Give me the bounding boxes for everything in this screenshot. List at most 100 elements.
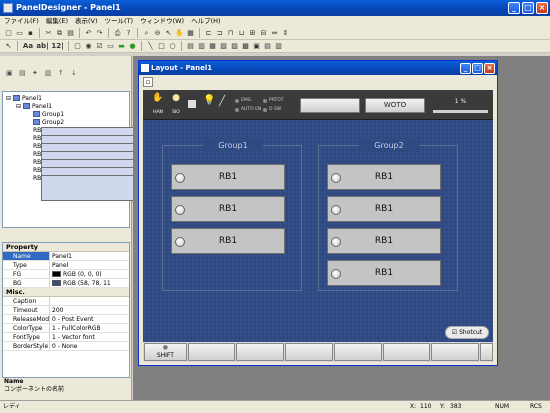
layout-tool-2-icon[interactable]: ▥ xyxy=(197,42,206,51)
align-top-icon[interactable]: ⊔ xyxy=(237,29,246,38)
property-value[interactable]: 0 - Post Event xyxy=(50,315,129,323)
menu-tools[interactable]: ツール(T) xyxy=(105,16,134,27)
menu-file[interactable]: ファイル(F) xyxy=(4,16,39,27)
layout-tool-8-icon[interactable]: ▤ xyxy=(263,42,272,51)
tree-item[interactable]: Group2 xyxy=(33,119,64,127)
green-lamp-icon[interactable]: ● xyxy=(128,42,137,51)
list-view-icon[interactable]: ▤ xyxy=(19,69,29,78)
label-tool-icon[interactable]: Aa xyxy=(22,42,34,51)
move-up-icon[interactable]: ↑ xyxy=(58,69,68,78)
layout-maximize-button[interactable]: □ xyxy=(472,63,483,74)
property-value[interactable]: 0 - None xyxy=(50,342,129,350)
tree-panel[interactable]: ⊟ Panel1 xyxy=(16,103,52,111)
group-box-1[interactable]: Group1 RB1 RB1 RB1 xyxy=(162,140,302,291)
function-key[interactable] xyxy=(236,343,285,361)
zoom-out-icon[interactable]: ⊖ xyxy=(153,29,162,38)
property-row[interactable]: FontType 1 - Vector font xyxy=(3,333,129,342)
property-row[interactable]: Timeout 200 xyxy=(3,306,129,315)
pen-icon[interactable]: ╱ xyxy=(219,96,225,107)
blank-strip-button[interactable] xyxy=(300,98,360,113)
cut-icon[interactable]: ✂ xyxy=(44,29,53,38)
select-arrow-icon[interactable]: ↖ xyxy=(4,42,13,51)
lamp-icon[interactable]: 💡 xyxy=(203,95,215,106)
layout-tool-6-icon[interactable]: ▩ xyxy=(241,42,250,51)
radio-tool-icon[interactable]: ◉ xyxy=(84,42,93,51)
same-width-icon[interactable]: ⇔ xyxy=(270,29,279,38)
function-key[interactable] xyxy=(382,343,431,361)
layout-tool-4-icon[interactable]: ▧ xyxy=(219,42,228,51)
tree-item[interactable]: RB4 xyxy=(33,151,155,177)
align-left-icon[interactable]: ⊏ xyxy=(204,29,213,38)
undo-icon[interactable]: ↶ xyxy=(84,29,93,38)
move-down-icon[interactable]: ↓ xyxy=(71,69,81,78)
property-value[interactable]: RGB (58, 78, 11 xyxy=(50,279,129,287)
property-value[interactable]: 1 - Vector font xyxy=(50,333,129,341)
function-key[interactable] xyxy=(285,343,333,361)
property-row[interactable]: BG RGB (58, 78, 11 xyxy=(3,279,129,288)
green-button-icon[interactable]: ▬ xyxy=(117,42,126,51)
function-key[interactable] xyxy=(187,343,236,361)
layout-minimize-button[interactable]: _ xyxy=(460,63,471,74)
shotcut-button[interactable]: ☑ Shotcut xyxy=(445,326,489,339)
property-row[interactable]: ReleaseMode 0 - Post Event xyxy=(3,315,129,324)
help-icon[interactable]: ? xyxy=(124,29,133,38)
tree-item[interactable]: RB3 xyxy=(33,143,155,169)
minimize-button[interactable]: _ xyxy=(508,2,520,14)
shift-key[interactable]: ● SHIFT xyxy=(144,343,187,361)
paste-icon[interactable]: ▤ xyxy=(66,29,75,38)
grid-icon[interactable]: ▦ xyxy=(186,29,195,38)
textbox-tool-icon[interactable]: ab| xyxy=(36,42,49,51)
tree-item[interactable]: RB1 xyxy=(33,127,155,153)
bulb-icon[interactable]: ● xyxy=(170,93,182,103)
radio-button-rb1[interactable]: RB1 xyxy=(327,260,441,286)
align-bottom-icon[interactable]: ⊟ xyxy=(259,29,268,38)
function-key[interactable] xyxy=(480,343,493,361)
new-file-icon[interactable]: ▢ xyxy=(4,29,13,38)
save-icon[interactable]: ▪ xyxy=(26,29,35,38)
radio-button-rb1[interactable]: RB1 xyxy=(171,228,285,254)
pointer-icon[interactable]: ↖ xyxy=(164,29,173,38)
print-icon[interactable]: ⎙ xyxy=(113,29,122,38)
layout-tool-9-icon[interactable]: ▥ xyxy=(274,42,283,51)
property-row[interactable]: Caption xyxy=(3,297,129,306)
menu-edit[interactable]: 編集(E) xyxy=(46,16,68,27)
radio-button-rb1[interactable]: RB1 xyxy=(171,196,285,222)
radio-button-rb1[interactable]: RB1 xyxy=(327,228,441,254)
close-button[interactable]: × xyxy=(536,2,548,14)
property-row[interactable]: Name Panel1 xyxy=(3,252,129,261)
redo-icon[interactable]: ↷ xyxy=(95,29,104,38)
numeric-tool-icon[interactable]: 12| xyxy=(51,42,64,51)
layout-tool-1-icon[interactable]: ▤ xyxy=(186,42,195,51)
layout-tool-5-icon[interactable]: ▨ xyxy=(230,42,239,51)
layout-doc-icon[interactable]: ▫ xyxy=(143,77,153,87)
woto-button[interactable]: WOTO xyxy=(365,98,425,113)
zoom-in-icon[interactable]: ⌕ xyxy=(142,29,151,38)
property-value[interactable]: RGB (0, 0, 0) xyxy=(50,270,129,278)
layout-tool-3-icon[interactable]: ▦ xyxy=(208,42,217,51)
hand-icon[interactable]: ✋ xyxy=(151,93,165,103)
align-right-icon[interactable]: ⊓ xyxy=(226,29,235,38)
menu-window[interactable]: ウィンドウ(W) xyxy=(140,16,184,27)
checkbox-tool-icon[interactable]: ☑ xyxy=(95,42,104,51)
property-row[interactable]: ColorType 1 - FullColorRGB xyxy=(3,324,129,333)
maximize-button[interactable]: □ xyxy=(522,2,534,14)
panel-view-icon[interactable]: ▣ xyxy=(6,69,16,78)
rectangle-tool-icon[interactable]: □ xyxy=(157,42,166,51)
tree-toggle-icon[interactable]: ▥ xyxy=(45,69,55,78)
panel-canvas[interactable]: ✋ HAN ● SIO 💡 ╱ EMG AUTO EN PRTOT O SW W… xyxy=(143,90,493,362)
function-key[interactable] xyxy=(333,343,382,361)
group-box-2[interactable]: Group2 RB1 RB1 RB1 RB1 xyxy=(318,140,458,291)
property-row[interactable]: FG RGB (0, 0, 0) xyxy=(3,270,129,279)
stop-icon[interactable] xyxy=(188,100,196,108)
same-height-icon[interactable]: ⇕ xyxy=(281,29,290,38)
tree-item[interactable]: Group1 xyxy=(33,111,64,119)
open-folder-icon[interactable]: ▭ xyxy=(15,29,24,38)
tree-item[interactable]: RB2 xyxy=(33,135,155,161)
hand-tool-icon[interactable]: ✋ xyxy=(175,29,184,38)
copy-icon[interactable]: ⧉ xyxy=(55,29,64,38)
property-row[interactable]: BorderStyle 0 - None xyxy=(3,342,129,351)
tree-action-icon[interactable]: ✦ xyxy=(32,69,42,78)
function-key[interactable] xyxy=(431,343,480,361)
radio-button-rb1[interactable]: RB1 xyxy=(171,164,285,190)
layout-tool-7-icon[interactable]: ▣ xyxy=(252,42,261,51)
